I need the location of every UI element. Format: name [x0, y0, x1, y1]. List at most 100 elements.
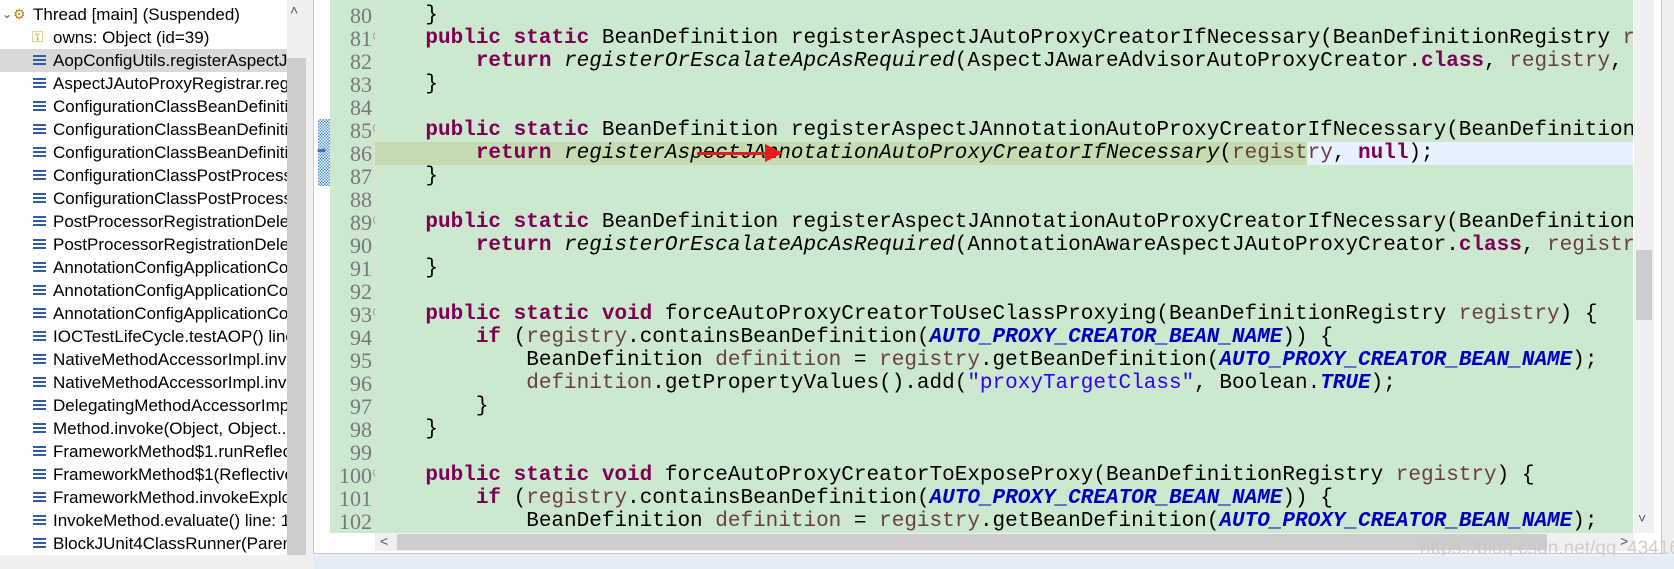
code-line: }	[375, 73, 1633, 96]
overview-ruler: ➡	[314, 0, 330, 533]
stack-frame[interactable]: ConfigurationClassBeanDefinitionReader	[0, 141, 287, 164]
chevron-down-icon[interactable]: ⌄	[2, 3, 12, 26]
stack-frame[interactable]: PostProcessorRegistrationDelegate	[0, 210, 287, 233]
code-token: .getBeanDefinition(	[979, 510, 1220, 533]
code-line: }	[375, 418, 1633, 441]
code-token: (	[501, 326, 527, 349]
code-token: public static	[425, 27, 590, 50]
thread-label: Thread [main] (Suspended)	[33, 5, 240, 24]
code-token: registry	[1458, 303, 1560, 326]
code-token: }	[375, 395, 489, 418]
line-number: 102	[339, 509, 372, 534]
stack-frame[interactable]: IOCTestLifeCycle.testAOP() line:	[0, 325, 287, 348]
line-number: 101	[339, 486, 372, 511]
stack-frame[interactable]: FrameworkMethod$1(ReflectiveCallable)	[0, 463, 287, 486]
code-token: }	[375, 73, 439, 96]
stack-frame[interactable]: AnnotationConfigApplicationContext	[0, 256, 287, 279]
stack-frame-label: ConfigurationClassBeanDefinitionReader	[53, 120, 287, 139]
instruction-pointer-icon: ➡	[317, 145, 327, 157]
stack-frame-icon	[33, 400, 46, 411]
stack-frame-icon	[33, 147, 46, 158]
stack-frame-label: ConfigurationClassBeanDefinitionReader	[53, 97, 287, 116]
stack-frame[interactable]: PostProcessorRegistrationDelegate	[0, 233, 287, 256]
stack-frame-label: FrameworkMethod.invokeExplosively	[53, 488, 287, 507]
code-token: );	[1572, 349, 1598, 372]
stack-frame[interactable]: AspectJAutoProxyRegistrar.registerBeanDe…	[0, 72, 287, 95]
stack-frame[interactable]: BlockJUnit4ClassRunner(ParentRunner)	[0, 532, 287, 555]
stack-frame[interactable]: NativeMethodAccessorImpl.invoke0	[0, 348, 287, 371]
stack-frame[interactable]: NativeMethodAccessorImpl.invoke	[0, 371, 287, 394]
thread-node[interactable]: ⌄ ⚙ Thread [main] (Suspended)	[0, 3, 287, 26]
editor-vertical-scrollbar[interactable]: ˅	[1634, 0, 1654, 533]
line-number: 84	[350, 95, 372, 120]
stack-frame-icon	[33, 331, 46, 342]
stack-frame-icon	[33, 446, 46, 457]
code-token: =	[841, 510, 880, 533]
stack-frame-label: FrameworkMethod$1(ReflectiveCallable)	[53, 465, 287, 484]
code-token: AUTO_PROXY_CREATOR_BEAN_NAME	[929, 326, 1283, 349]
code-token: definition	[715, 510, 842, 533]
code-token: "proxyTargetClass"	[967, 372, 1195, 395]
code-token: registry	[879, 510, 980, 533]
stack-frame[interactable]: ConfigurationClassPostProcessor	[0, 164, 287, 187]
line-number: 97	[350, 394, 372, 419]
stack-frame-icon	[33, 423, 46, 434]
stack-frame-label: AspectJAutoProxyRegistrar.registerBeanDe…	[53, 74, 287, 93]
code-token: , Boolean.	[1194, 372, 1321, 395]
code-token: if	[475, 487, 502, 510]
stack-frame[interactable]: AnnotationConfigApplicationContext	[0, 279, 287, 302]
vertical-scrollbar[interactable]: ˄	[287, 0, 306, 555]
code-token: BeanDefinition registerAspectJAnnotation…	[589, 211, 1633, 234]
stack-frame-icon	[33, 193, 46, 204]
line-number: 92	[350, 279, 372, 304]
stack-frame[interactable]: ConfigurationClassPostProcessor	[0, 187, 287, 210]
code-token: (	[1219, 142, 1232, 165]
line-number: 81	[350, 26, 372, 51]
code-token: AUTO_PROXY_CREATOR_BEAN_NAME	[1219, 349, 1573, 372]
code-token: definition	[715, 349, 842, 372]
stack-frame[interactable]: DelegatingMethodAccessorImpl	[0, 394, 287, 417]
code-token: }	[375, 257, 439, 280]
stack-frame[interactable]: FrameworkMethod.invokeExplosively	[0, 486, 287, 509]
stack-frame-icon	[33, 124, 46, 135]
key-icon: ⚿	[32, 29, 44, 46]
code-line: }	[375, 165, 1633, 188]
code-token: class	[1458, 234, 1522, 257]
code-token: null	[1358, 142, 1409, 165]
code-token: }	[375, 418, 439, 441]
code-token: return	[475, 50, 552, 73]
code-token: (	[501, 487, 527, 510]
code-line: return registerOrEscalateApcAsRequired(A…	[375, 234, 1633, 257]
stack-frame-icon	[33, 515, 46, 526]
stack-frame[interactable]: FrameworkMethod$1.runReflectiveCall	[0, 440, 287, 463]
owns-node[interactable]: ⚿ owns: Object (id=39)	[0, 26, 287, 49]
code-token: registry	[879, 349, 980, 372]
stack-frame[interactable]: AopConfigUtils.registerAspectJAnnotation…	[0, 49, 287, 72]
stack-frame[interactable]: AnnotationConfigApplicationContext	[0, 302, 287, 325]
code-token: ,	[1521, 234, 1548, 257]
line-number-gutter: 8081−82838485−86878889−90919293−94959697…	[330, 0, 383, 534]
code-token: registry	[1395, 464, 1497, 487]
stack-frame[interactable]: InvokeMethod.evaluate() line: 17	[0, 509, 287, 532]
code-area[interactable]: } public static BeanDefinition registerA…	[375, 0, 1633, 533]
code-editor[interactable]: ➡ 8081−82838485−86878889−90919293−949596…	[313, 0, 1662, 554]
stack-frame[interactable]: ConfigurationClassBeanDefinitionReader	[0, 118, 287, 141]
stack-frame-label: DelegatingMethodAccessorImpl	[53, 396, 287, 415]
code-token: public static void	[425, 303, 653, 326]
stack-frame[interactable]: ConfigurationClassBeanDefinitionReader	[0, 95, 287, 118]
line-number: 86	[350, 141, 372, 166]
code-token: )) {	[1282, 326, 1333, 349]
code-line: BeanDefinition definition = registry.get…	[375, 349, 1633, 372]
stack-frame-label: AnnotationConfigApplicationContext	[53, 304, 287, 323]
code-token: public static	[425, 119, 590, 142]
stack-frame[interactable]: Method.invoke(Object, Object...	[0, 417, 287, 440]
line-number: 94	[350, 325, 372, 350]
